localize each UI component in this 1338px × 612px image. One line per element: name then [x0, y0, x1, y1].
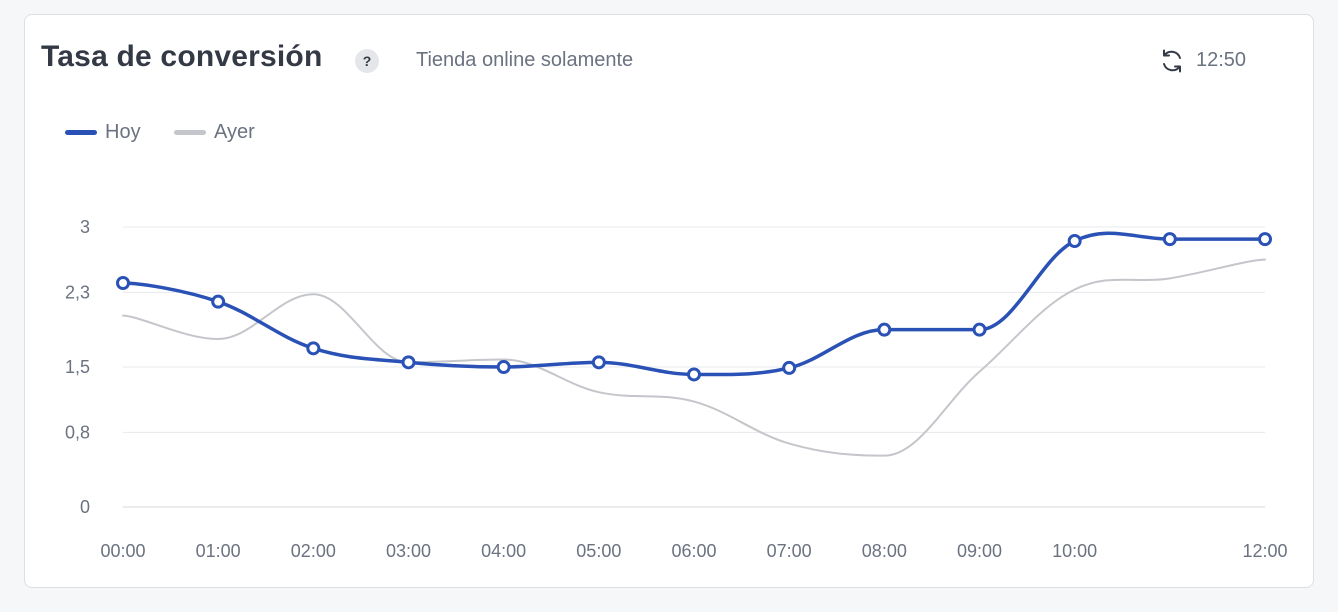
data-point-hoy: [496, 360, 511, 374]
data-point-hoy: [687, 367, 701, 382]
series-line-ayer: [122, 258, 1266, 457]
y-tick-label: 1,5: [65, 357, 90, 377]
data-point-hoy: [306, 341, 321, 356]
x-tick-label: 06:00: [671, 541, 716, 561]
x-tick-label: 00:00: [100, 541, 145, 561]
x-tick-label: 03:00: [386, 541, 431, 561]
y-tick-label: 2,3: [65, 282, 90, 302]
data-point-hoy: [591, 355, 606, 370]
x-tick-label: 10:00: [1052, 541, 1097, 561]
data-point-hoy: [401, 355, 416, 370]
x-tick-label: 02:00: [291, 541, 336, 561]
data-point-hoy: [116, 276, 130, 290]
x-tick-label: 01:00: [196, 541, 241, 561]
y-tick-label: 3: [80, 217, 90, 237]
data-point-hoy: [211, 294, 226, 309]
data-point-hoy: [1067, 234, 1082, 248]
data-point-hoy: [1162, 232, 1177, 247]
y-tick-label: 0,8: [65, 422, 90, 442]
data-point-hoy: [1258, 232, 1272, 247]
x-tick-label: 05:00: [576, 541, 621, 561]
x-tick-label: 04:00: [481, 541, 526, 561]
x-tick-label: 07:00: [767, 541, 812, 561]
data-point-hoy: [972, 322, 987, 337]
y-tick-label: 0: [80, 497, 90, 517]
data-point-hoy: [877, 322, 892, 337]
data-point-hoy: [782, 360, 797, 375]
conversion-line-chart: 0 0,8 1,5 2,3 3 00:00 01:00 02:00 03:00 04:00 05:0…: [65, 217, 1288, 561]
x-tick-label: 09:00: [957, 541, 1002, 561]
x-tick-label: 08:00: [862, 541, 907, 561]
x-tick-label: 12:00: [1242, 541, 1287, 561]
series-line-hoy: [121, 231, 1267, 377]
